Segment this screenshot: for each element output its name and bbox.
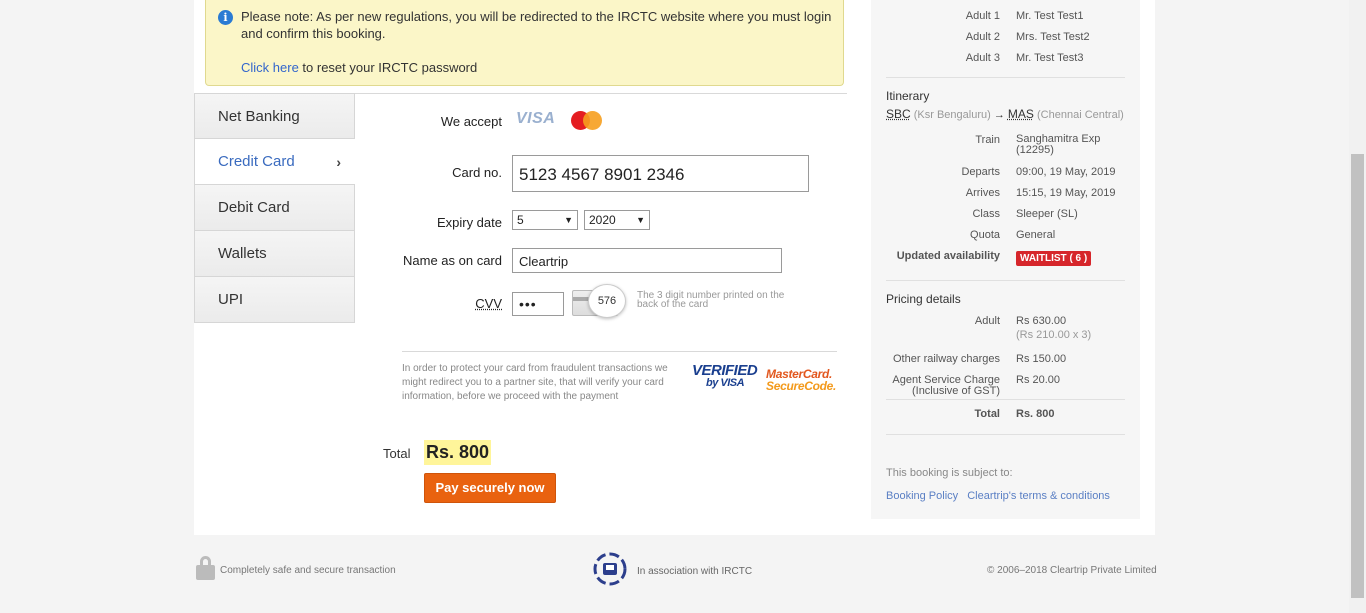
policy-links: Booking Policy Cleartrip's terms & condi… (886, 490, 1116, 502)
name-on-card-label: Name as on card (403, 253, 502, 268)
availability-label: Updated availability (896, 250, 1000, 262)
route-arrow: → (993, 109, 1005, 121)
copyright-text: © 2006–2018 Cleartrip Private Limited (987, 565, 1157, 576)
traveller-name: Mr. Test Test1 (1016, 10, 1084, 22)
traveller-name: Mr. Test Test3 (1016, 52, 1084, 64)
dropdown-arrow-icon: ▼ (636, 215, 645, 225)
detail-key: Class (972, 208, 1000, 220)
we-accept-label: We accept (440, 114, 502, 129)
traveller-key: Adult 2 (965, 31, 1000, 43)
other-charges-label: Other railway charges (893, 353, 1000, 365)
irctc-logo-icon (593, 552, 627, 586)
expiry-year-select[interactable]: 2020 ▼ (584, 210, 650, 230)
expiry-month-select[interactable]: 5 ▼ (512, 210, 578, 230)
detail-value: 09:00, 19 May, 2019 (1016, 166, 1116, 178)
notice-message: Please note: As per new regulations, you… (241, 9, 832, 41)
total-amount: Rs. 800 (424, 440, 492, 465)
mastercard-logo-icon (571, 111, 603, 130)
adult-price-label: Adult (974, 315, 1000, 327)
detail-value: Sleeper (SL) (1016, 208, 1078, 220)
detail-value: General (1016, 229, 1056, 241)
detail-value: 15:15, 19 May, 2019 (1016, 187, 1116, 199)
waitlist-badge: WAITLIST ( 6 ) (1016, 251, 1092, 266)
pay-securely-button[interactable]: Pay securely now (424, 473, 556, 503)
detail-key: Quota (970, 229, 1000, 241)
tab-debit-card[interactable]: Debit Card (194, 185, 355, 231)
to-name: (Chennai Central) (1037, 109, 1124, 121)
tab-label: Credit Card (218, 153, 295, 170)
summary-divider (886, 434, 1125, 435)
tab-net-banking[interactable]: Net Banking (194, 93, 355, 139)
tab-upi[interactable]: UPI (194, 277, 355, 323)
expiry-month-value: 5 (517, 213, 524, 227)
vertical-scrollbar[interactable] (1349, 0, 1366, 613)
itinerary-title: Itinerary (886, 89, 930, 103)
top-divider (355, 93, 847, 94)
cvv-help-text: The 3 digit number printed on the back o… (637, 290, 785, 310)
detail-key: Arrives (965, 187, 1000, 199)
protect-text: In order to protect your card from fraud… (402, 363, 668, 402)
card-number-label: Card no. (452, 165, 502, 180)
traveller-name: Mrs. Test Test2 (1016, 31, 1090, 43)
from-code: SBC (886, 107, 911, 121)
detail-value: Sanghamitra Exp (12295) (1016, 133, 1101, 156)
to-code: MAS (1007, 107, 1034, 121)
tab-label: UPI (218, 291, 244, 308)
secure-text: Completely safe and secure transaction (220, 565, 396, 576)
terms-link[interactable]: Cleartrip's terms & conditions (967, 490, 1110, 502)
detail-key: Train (975, 134, 1000, 146)
total-label: Total (383, 446, 411, 461)
reset-password-text: to reset your IRCTC password (298, 60, 478, 75)
agent-charge-sub: (Inclusive of GST) (911, 385, 1000, 397)
route: SBC (Ksr Bengaluru) → MAS (Chennai Centr… (886, 107, 1124, 121)
card-number-input[interactable]: 5123 4567 8901 2346 (512, 155, 809, 192)
adult-price-breakup: (Rs 210.00 x 3) (1016, 329, 1092, 341)
summary-divider (886, 280, 1125, 281)
info-icon: i (218, 10, 233, 25)
booking-policy-link[interactable]: Booking Policy (886, 490, 958, 502)
cvv-label: CVV (475, 296, 502, 311)
verified-by-visa-logo: VERIFIED by VISA (692, 363, 758, 389)
expiry-date-label: Expiry date (436, 215, 502, 230)
name-on-card-input[interactable]: Cleartrip (512, 248, 782, 273)
association-text: In association with IRCTC (637, 566, 753, 577)
form-divider (402, 351, 837, 352)
cvv-input[interactable]: ••• (512, 292, 564, 316)
reset-password-link[interactable]: Click here (241, 60, 299, 75)
expiry-year-value: 2020 (589, 213, 616, 227)
agent-charge-value: Rs 20.00 (1016, 374, 1061, 386)
adult-price-value: Rs 630.00 (1016, 315, 1067, 327)
reset-password-line: Click here to reset your IRCTC password (241, 60, 477, 75)
cvv-example: 576 (588, 284, 626, 318)
scrollbar-thumb[interactable] (1351, 154, 1364, 598)
summary-total-value: Rs. 800 (1016, 408, 1055, 420)
visa-logo: VISA (516, 110, 556, 127)
from-name: (Ksr Bengaluru) (913, 109, 991, 121)
tab-wallets[interactable]: Wallets (194, 231, 355, 277)
summary-total-label: Total (974, 408, 1000, 420)
tab-label: Debit Card (218, 199, 290, 216)
summary-divider (886, 399, 1125, 400)
detail-key: Departs (961, 166, 1000, 178)
payment-method-tabs: Net Banking Credit Card › Debit Card Wall… (194, 93, 355, 323)
pricing-title: Pricing details (886, 292, 961, 306)
chevron-right-icon: › (336, 154, 341, 170)
subject-text: This booking is subject to: (886, 467, 1013, 479)
summary-divider (886, 77, 1125, 78)
tab-label: Wallets (218, 245, 267, 262)
mcsc-bottom: SecureCode. (766, 379, 837, 393)
mastercard-securecode-logo: MasterCard. SecureCode. (766, 368, 836, 392)
lock-icon (196, 556, 215, 580)
traveller-key: Adult 3 (965, 52, 1000, 64)
tab-credit-card[interactable]: Credit Card › (194, 139, 355, 185)
dropdown-arrow-icon: ▼ (564, 215, 573, 225)
tab-label: Net Banking (218, 108, 300, 125)
traveller-key: Adult 1 (965, 10, 1000, 22)
notice-box: i Please note: As per new regulations, y… (205, 0, 844, 86)
other-charges-value: Rs 150.00 (1016, 353, 1067, 365)
